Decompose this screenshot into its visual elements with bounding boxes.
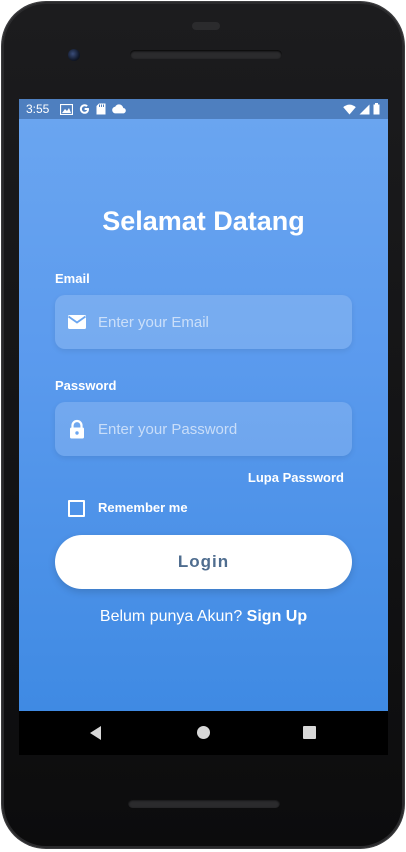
back-icon[interactable] [90,726,101,740]
email-field-container[interactable] [55,295,352,349]
lock-icon [70,419,84,439]
remember-me-checkbox[interactable] [68,500,85,517]
app-screen: 3:55 Selamat Datang Email Enter your Ema… [19,99,388,711]
google-icon [79,104,89,114]
status-time: 3:55 [26,102,50,116]
password-field-container[interactable] [55,402,352,456]
wifi-icon [343,104,356,114]
password-input[interactable] [98,402,338,456]
navigation-bar [19,711,388,755]
mail-icon [67,315,87,329]
signal-icon [359,104,370,114]
signup-row: Belum punya Akun? Sign Up [19,608,388,626]
image-icon [60,103,73,115]
cloud-icon [112,104,126,114]
remember-me-label[interactable]: Remember me [98,500,188,515]
signup-prompt: Belum punya Akun? [99,608,243,625]
status-notification-icons [60,102,126,116]
status-bar: 3:55 [19,99,388,119]
earpiece-sensor [192,22,220,30]
sd-card-icon [96,103,106,115]
signup-link[interactable]: Sign Up [247,608,307,625]
welcome-title: Selamat Datang [102,206,305,236]
email-label: Email [55,271,90,286]
home-icon[interactable] [197,726,210,739]
password-label: Password [55,378,117,393]
front-camera [68,49,80,61]
battery-icon [373,103,380,115]
bottom-speaker [128,799,280,808]
email-input[interactable] [98,295,338,349]
recents-icon[interactable] [303,726,316,739]
top-speaker [130,50,282,59]
login-button[interactable]: Login [55,535,352,589]
forgot-password-link[interactable]: Lupa Password [248,470,344,485]
status-system-icons [343,102,380,116]
